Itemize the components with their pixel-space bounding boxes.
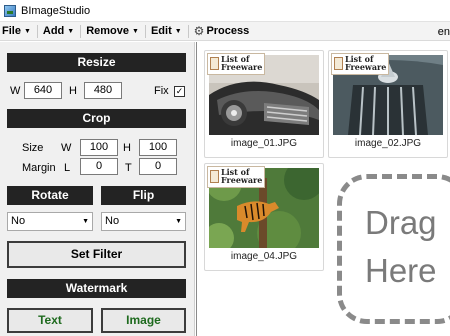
menu-add-label: Add xyxy=(42,25,65,37)
menu-file-label: File xyxy=(2,25,21,37)
flip-select[interactable]: No ▼ xyxy=(101,212,186,231)
menu-separator xyxy=(187,24,189,38)
thumbnail-image-01[interactable]: List of Freeware image_01.JPG xyxy=(204,50,324,158)
rotate-header: Rotate xyxy=(7,186,93,205)
resize-w-label: W xyxy=(10,85,21,97)
fix-checkbox[interactable]: ✓ xyxy=(174,86,185,97)
logo-line2: Freeware xyxy=(221,175,263,185)
thumbnail-caption: image_01.JPG xyxy=(230,138,298,149)
resize-h-label: H xyxy=(69,85,77,97)
thumbnail-caption: image_04.JPG xyxy=(230,251,298,262)
menu-bar: File ▼ Add ▼ Remove ▼ Edit ▼ ⚙ Process e… xyxy=(0,21,450,41)
flip-select-value: No xyxy=(105,215,120,227)
crop-l-label: L xyxy=(64,162,71,174)
crop-height-input[interactable]: 100 xyxy=(139,139,177,156)
menu-file[interactable]: File ▼ xyxy=(0,21,34,41)
menu-separator xyxy=(36,24,38,38)
gear-icon: ⚙ xyxy=(193,24,205,38)
thumbnail-image-02[interactable]: List of Freeware image_02.JPG xyxy=(328,50,448,158)
menu-remove[interactable]: Remove ▼ xyxy=(84,21,142,41)
set-filter-button[interactable]: Set Filter xyxy=(7,241,186,268)
drop-zone-line1: Drag xyxy=(365,204,437,241)
watermark-logo: List of Freeware xyxy=(207,166,265,188)
dropdown-arrow-icon: ▼ xyxy=(175,218,182,225)
thumbnail-image-04[interactable]: List of Freeware image_04.JPG xyxy=(204,163,324,271)
menu-edit-label: Edit xyxy=(150,25,172,37)
logo-line2: Freeware xyxy=(345,62,387,72)
menu-separator xyxy=(144,24,146,38)
resize-header: Resize xyxy=(7,53,186,72)
crop-left-input[interactable]: 0 xyxy=(80,158,118,175)
menu-edit[interactable]: Edit ▼ xyxy=(149,21,185,41)
menu-separator xyxy=(80,24,82,38)
watermark-text-button[interactable]: Text xyxy=(7,308,93,333)
window-title: BImageStudio xyxy=(21,4,91,17)
process-button[interactable]: ⚙ Process xyxy=(192,21,253,41)
fix-label: Fix xyxy=(154,85,169,97)
image-list-area[interactable]: List of Freeware image_01.JPG List of Fr… xyxy=(196,42,450,336)
rotate-select[interactable]: No ▼ xyxy=(7,212,93,231)
logo-line2: Freeware xyxy=(221,62,263,72)
crop-w-label: W xyxy=(61,142,72,154)
rotate-select-value: No xyxy=(11,215,26,227)
watermark-header: Watermark xyxy=(7,279,186,298)
notepad-icon xyxy=(210,170,219,183)
notepad-icon xyxy=(210,57,219,70)
crop-header: Crop xyxy=(7,109,186,128)
app-icon xyxy=(4,4,16,17)
menu-remove-label: Remove xyxy=(86,25,130,37)
menu-add[interactable]: Add ▼ xyxy=(41,21,77,41)
resize-width-input[interactable]: 640 xyxy=(24,82,62,99)
crop-margin-label: Margin xyxy=(22,162,56,174)
watermark-image-button[interactable]: Image xyxy=(101,308,186,333)
watermark-logo: List of Freeware xyxy=(331,53,389,75)
process-label: Process xyxy=(206,25,250,37)
dropdown-arrow-icon: ▼ xyxy=(82,218,89,225)
settings-panel: Resize W 640 H 480 Fix ✓ Crop Size W 100… xyxy=(0,42,195,336)
language-indicator[interactable]: en xyxy=(438,22,450,42)
watermark-logo: List of Freeware xyxy=(207,53,265,75)
crop-h-label: H xyxy=(123,142,131,154)
notepad-icon xyxy=(334,57,343,70)
chevron-down-icon: ▼ xyxy=(174,27,182,35)
title-bar: BImageStudio xyxy=(0,0,450,21)
drop-zone-line2: Here xyxy=(365,252,437,289)
chevron-down-icon: ▼ xyxy=(23,27,31,35)
flip-header: Flip xyxy=(101,186,186,205)
crop-top-input[interactable]: 0 xyxy=(139,158,177,175)
crop-t-label: T xyxy=(125,162,132,174)
crop-width-input[interactable]: 100 xyxy=(80,139,118,156)
thumbnail-caption: image_02.JPG xyxy=(354,138,422,149)
drop-zone[interactable] xyxy=(337,174,450,324)
crop-size-label: Size xyxy=(22,142,44,154)
chevron-down-icon: ▼ xyxy=(132,27,139,35)
resize-height-input[interactable]: 480 xyxy=(84,82,122,99)
chevron-down-icon: ▼ xyxy=(67,27,75,35)
